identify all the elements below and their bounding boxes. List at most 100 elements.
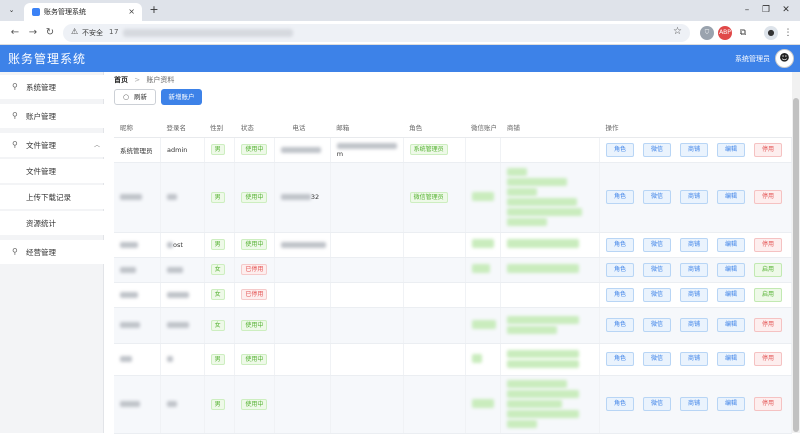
refresh-button[interactable]: ○ 刷新 (114, 89, 156, 105)
wechat-button[interactable]: 微信 (643, 190, 671, 204)
breadcrumb-current: 账户资料 (146, 76, 175, 84)
disable-button[interactable]: 停用 (754, 397, 782, 411)
wechat-button[interactable]: 微信 (643, 237, 671, 252)
sidebar-subitem-resource-stats[interactable]: 资源统计 (0, 211, 104, 235)
omnibox[interactable]: ⚠ 不安全 17 ☆ (63, 24, 690, 42)
shop-button[interactable]: 商铺 (680, 352, 708, 366)
edit-button[interactable]: 编辑 (717, 352, 745, 366)
edit-button[interactable]: 编辑 (717, 397, 745, 411)
disable-button[interactable]: 停用 (754, 190, 782, 204)
cell-role (403, 375, 466, 434)
sidebar-item-accounts[interactable]: ⚲ 账户管理 (0, 104, 104, 128)
role-button[interactable]: 角色 (606, 142, 634, 157)
cell-login: admin (160, 137, 205, 163)
disable-button[interactable]: 停用 (754, 142, 782, 157)
wechat-blurred (471, 191, 494, 201)
vertical-scrollbar[interactable] (792, 72, 800, 433)
edit-button[interactable]: 编辑 (717, 190, 745, 204)
profile-icon[interactable]: ● (764, 26, 778, 40)
gender-tag: 女 (210, 289, 225, 300)
shop-button[interactable]: 商铺 (680, 397, 708, 411)
disable-button[interactable]: 停用 (754, 318, 782, 332)
tab-search-chevron-icon[interactable]: ⌄ (5, 4, 18, 17)
avatar[interactable]: ☻ (775, 49, 794, 68)
sidebar: ⚲ 系统管理 ⚲ 账户管理 ⚲ 文件管理 ︿ 文件管理 上传下载记录 资源统计 … (0, 72, 104, 433)
wechat-blurred (471, 353, 482, 363)
wechat-button[interactable]: 微信 (643, 318, 671, 332)
wechat-button[interactable]: 微信 (643, 397, 671, 411)
restore-icon[interactable]: ❐ (756, 3, 776, 17)
cell-email (330, 282, 404, 308)
shop-button[interactable]: 商铺 (680, 262, 708, 277)
status-badge: 使用中 (241, 239, 268, 250)
cell-actions: 角色 微信 商铺 编辑 启用 (599, 257, 792, 283)
sidebar-item-files[interactable]: ⚲ 文件管理 ︿ (0, 133, 104, 157)
role-button[interactable]: 角色 (606, 352, 634, 366)
phone-blurred (280, 194, 311, 200)
scrollbar-thumb[interactable] (793, 98, 799, 432)
wechat-blurred (471, 264, 490, 273)
address-toolbar: ← → ↻ ⚠ 不安全 17 ☆ ⛉ ABP ⧉ ● ⋮ (0, 21, 800, 45)
minimize-icon[interactable]: – (737, 3, 757, 17)
role-button[interactable]: 角色 (606, 190, 634, 204)
col-shop: 商铺 (500, 118, 600, 138)
cell-email (330, 162, 404, 233)
col-login: 登录名 (160, 118, 205, 138)
sidebar-subitem-transfer-log[interactable]: 上传下载记录 (0, 185, 104, 209)
role-button[interactable]: 角色 (606, 318, 634, 332)
cell-actions: 角色 微信 商铺 编辑 停用 (599, 162, 792, 233)
sidebar-item-system[interactable]: ⚲ 系统管理 (0, 75, 104, 99)
shop-button[interactable]: 商铺 (680, 318, 708, 332)
shop-button[interactable]: 商铺 (680, 237, 708, 252)
shield-extension-icon[interactable]: ⛉ (700, 26, 714, 40)
sidebar-item-business[interactable]: ⚲ 经营管理 (0, 240, 104, 264)
role-button[interactable]: 角色 (606, 287, 634, 302)
disable-button[interactable]: 停用 (754, 352, 782, 366)
role-button[interactable]: 角色 (606, 262, 634, 277)
edit-button[interactable]: 编辑 (717, 262, 745, 277)
browser-tab[interactable]: 账务管理系统 × (24, 3, 142, 21)
cell-wechat (465, 282, 502, 308)
edit-button[interactable]: 编辑 (717, 142, 745, 157)
shop-button[interactable]: 商铺 (680, 142, 708, 157)
nickname-blurred (120, 291, 138, 298)
disable-button[interactable]: 停用 (754, 237, 782, 252)
forward-arrow-icon[interactable]: → (26, 26, 40, 40)
enable-button[interactable]: 启用 (754, 287, 782, 302)
table-row: 男 使用中 角色 微信 商铺 编辑 停用 (114, 343, 792, 376)
url-text[interactable]: 17 (109, 28, 119, 36)
wechat-button[interactable]: 微信 (643, 262, 671, 277)
extensions-puzzle-icon[interactable]: ⧉ (736, 26, 750, 40)
wechat-button[interactable]: 微信 (643, 287, 671, 302)
add-account-button[interactable]: 新增账户 (161, 89, 202, 105)
bookmark-star-icon[interactable]: ☆ (673, 26, 682, 37)
edit-button[interactable]: 编辑 (717, 287, 745, 302)
edit-button[interactable]: 编辑 (717, 318, 745, 332)
status-badge: 使用中 (241, 191, 268, 203)
role-button[interactable]: 角色 (606, 237, 634, 252)
cell-email (330, 257, 404, 283)
adblock-extension-icon[interactable]: ABP (718, 26, 732, 40)
enable-button[interactable]: 启用 (754, 262, 782, 277)
url-blurred (123, 29, 293, 37)
cell-actions: 角色 微信 商铺 编辑 启用 (599, 282, 792, 308)
new-tab-plus-icon[interactable]: + (147, 3, 161, 17)
shop-button[interactable]: 商铺 (680, 287, 708, 302)
close-window-icon[interactable]: ✕ (776, 3, 796, 17)
sidebar-subitem-file-management[interactable]: 文件管理 (0, 159, 104, 183)
close-tab-icon[interactable]: × (128, 6, 135, 18)
back-arrow-icon[interactable]: ← (8, 26, 22, 40)
phone-blurred (280, 241, 326, 248)
col-gender: 性别 (204, 118, 235, 138)
shop-button[interactable]: 商铺 (680, 190, 708, 204)
role-button[interactable]: 角色 (606, 397, 634, 411)
reload-icon[interactable]: ↻ (43, 26, 57, 40)
more-menu-icon[interactable]: ⋮ (781, 26, 795, 40)
user-name[interactable]: 系统管理员 (735, 54, 770, 64)
nickname-blurred (120, 241, 138, 248)
wechat-button[interactable]: 微信 (643, 142, 671, 157)
edit-button[interactable]: 编辑 (717, 237, 745, 252)
cell-phone: 32 (310, 193, 320, 201)
wechat-button[interactable]: 微信 (643, 352, 671, 366)
breadcrumb-home[interactable]: 首页 (114, 76, 128, 84)
